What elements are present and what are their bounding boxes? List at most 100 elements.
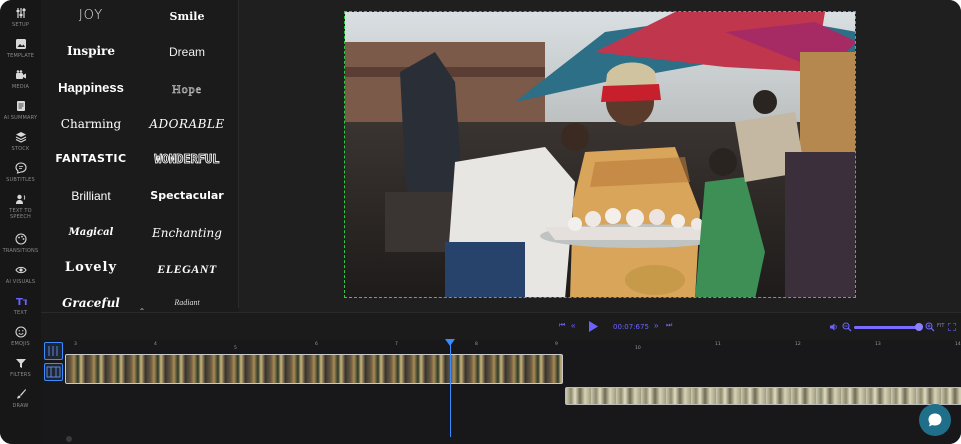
timeline-tick: 9 [555,342,558,347]
timeline-tick: 11 [715,342,721,347]
preview-area [239,0,961,312]
sidebar-item-label: DRAW [12,403,29,409]
text-style-hope[interactable]: Hope [139,82,235,97]
text-style-fantastic[interactable]: FANTASTIC [43,152,139,165]
text-style-graceful[interactable]: Graceful [43,296,139,308]
zoom-slider[interactable] [854,323,923,331]
video-clip[interactable] [565,387,961,405]
text-style-dream[interactable]: Dream [139,45,235,59]
sidebar-item-label: TEXT [13,310,28,316]
text-style-spectacular[interactable]: Spectacular [139,189,235,202]
text-style-charming[interactable]: Charming [43,117,139,131]
video-clip[interactable] [65,354,563,384]
template-icon [15,39,26,49]
sidebar: SETUP TEMPLATE MEDIA AI SUMMARY STOCK SU… [0,0,42,444]
speaker-person-icon [15,194,25,204]
chat-support-button[interactable] [919,404,951,436]
rewind-icon[interactable]: « [571,321,575,330]
text-icon: Tт [16,297,27,307]
playhead-handle[interactable] [445,339,455,346]
volume-icon[interactable] [830,323,838,331]
sidebar-item-label: AI VISUALS [5,279,36,285]
svg-text:Tт: Tт [16,297,27,307]
sidebar-item-label: MEDIA [11,84,30,90]
video-track-icon [48,346,58,356]
fit-button[interactable]: FIT [937,323,944,329]
sidebar-item-template[interactable]: TEMPLATE [0,35,41,66]
video-preview[interactable] [344,11,856,298]
text-style-smile[interactable]: Smile [139,10,235,23]
play-icon[interactable] [588,320,599,333]
sidebar-item-media[interactable]: MEDIA [0,66,41,97]
text-style-enchanting[interactable]: Enchanting [139,226,235,240]
text-style-inspire[interactable]: Inspire [43,44,139,58]
eye-icon [14,266,27,274]
document-icon [16,101,25,111]
sidebar-item-subtitles[interactable]: SUBTITLES [0,159,41,190]
zoom-out-icon[interactable] [842,322,852,332]
sidebar-item-label: AI SUMMARY [3,115,38,121]
skip-to-end-icon[interactable]: ⏭ [666,322,672,330]
sidebar-item-filters[interactable]: FILTERS [0,354,41,385]
sidebar-item-transitions[interactable]: TRANSITIONS [0,230,41,261]
sidebar-item-label-line2: SPEECH [10,214,31,220]
chat-icon [928,413,942,427]
text-style-joy[interactable]: JOY [43,8,139,23]
timeline-tick: 12 [795,342,801,347]
sidebar-item-draw[interactable]: DRAW [0,385,41,416]
film-strip-icon [46,366,61,378]
track-select-button[interactable] [44,363,63,381]
fullscreen-icon[interactable] [948,323,956,331]
sidebar-item-text-to-speech[interactable]: TEXT TO SPEECH [0,190,41,221]
chat-bubble-icon [14,162,27,174]
text-style-adorable[interactable]: ADORABLE [139,117,235,131]
layers-icon [15,132,26,143]
playhead[interactable] [445,339,455,437]
text-styles-panel: JOY Smile Inspire Dream Happiness Hope C… [41,0,239,308]
sidebar-item-ai-visuals[interactable]: AI VISUALS [0,261,41,292]
track-toggle-button[interactable] [44,342,63,360]
sidebar-item-label: EMOJIS [11,341,30,347]
text-style-happiness[interactable]: Happiness [43,80,139,95]
sidebar-item-label: FILTERS [10,372,31,378]
timeline-tick: 5 [234,346,237,351]
text-style-magical[interactable]: Magical [43,227,139,238]
sidebar-item-label: TEMPLATE [6,53,35,59]
timeline-tick: 6 [315,342,318,347]
sidebar-item-text[interactable]: Tт TEXT [0,292,41,323]
sidebar-item-setup[interactable]: SETUP [0,4,41,35]
sidebar-item-stock[interactable]: STOCK [0,128,41,159]
zoom-in-icon[interactable] [925,322,935,332]
text-style-elegant[interactable]: ELEGANT [139,262,235,277]
timeline-tick: 10 [635,346,641,351]
timeline[interactable]: 3 4 5 6 7 8 9 10 11 12 13 14 [41,339,961,444]
sidebar-item-label: SETUP [11,22,30,28]
timeline-scroll-indicator[interactable] [66,436,72,442]
current-time: 00:07:675 [613,323,649,331]
timeline-tick: 13 [875,342,881,347]
sidebar-item-emojis[interactable]: EMOJIS [0,323,41,354]
sliders-icon [16,8,25,18]
palette-icon [14,233,27,245]
sidebar-item-ai-summary[interactable]: AI SUMMARY [0,97,41,128]
timeline-tick: 8 [475,342,478,347]
fast-forward-icon[interactable]: » [654,321,658,330]
timeline-tick: 3 [74,342,77,347]
brush-icon [16,389,26,399]
editor-app: SETUP TEMPLATE MEDIA AI SUMMARY STOCK SU… [0,0,961,444]
timeline-tick: 4 [154,342,157,347]
funnel-icon [15,359,26,368]
zoom-slider-fill [854,326,919,329]
text-style-brilliant[interactable]: Brilliant [43,189,139,203]
skip-to-start-icon[interactable]: ⏮ [559,322,565,330]
text-style-wonderful[interactable]: WONDERFUL [139,152,235,167]
text-style-lovely[interactable]: Lovely [43,260,139,275]
zoom-slider-knob[interactable] [914,323,923,331]
playback-controls: ⏮ « 00:07:675 » ⏭ FIT [41,312,961,341]
sidebar-item-label: SUBTITLES [6,177,35,183]
sidebar-item-label: TRANSITIONS [2,248,39,254]
text-style-radiant[interactable]: Radiant [139,298,235,307]
media-icon [15,70,26,79]
timeline-tick: 7 [395,342,398,347]
timeline-tick: 14 [955,342,961,347]
